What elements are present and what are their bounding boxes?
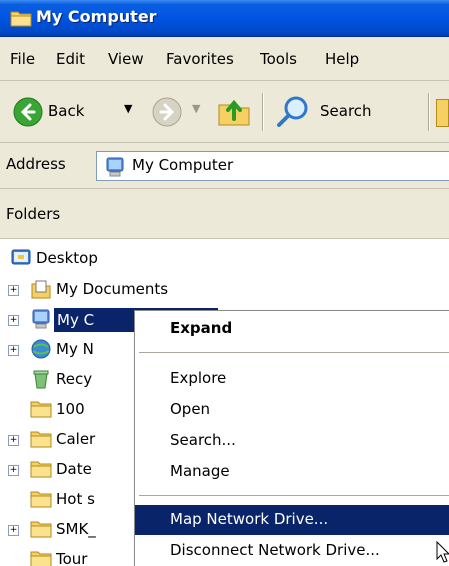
tree-item-desktop[interactable]: Desktop xyxy=(0,245,200,275)
tree-item-hot[interactable]: Hot s xyxy=(0,486,140,516)
expander-icon[interactable]: + xyxy=(8,525,19,536)
context-item-map-network-drive[interactable]: Map Network Drive... xyxy=(135,505,449,535)
address-label: Address xyxy=(6,155,66,173)
tree-item-recycle-bin[interactable]: Recy xyxy=(0,366,140,396)
context-item-search[interactable]: Search... xyxy=(135,426,449,456)
expander-icon[interactable]: + xyxy=(8,285,19,296)
back-arrow-icon xyxy=(13,97,43,127)
context-item-expand[interactable]: Expand xyxy=(135,314,449,344)
context-item-manage[interactable]: Manage xyxy=(135,457,449,487)
folder-icon xyxy=(10,9,32,27)
expander-icon[interactable]: + xyxy=(8,315,19,326)
expander-icon[interactable]: + xyxy=(8,345,19,356)
context-item-explore[interactable]: Explore xyxy=(135,364,449,394)
folder-icon xyxy=(30,519,52,543)
tree-item-date[interactable]: + Date xyxy=(0,456,140,486)
back-label: Back xyxy=(48,102,85,120)
recycle-bin-icon xyxy=(30,368,52,394)
menu-file[interactable]: File xyxy=(10,50,35,68)
my-computer-icon xyxy=(30,308,52,334)
menu-help[interactable]: Help xyxy=(325,50,359,68)
expander-icon[interactable]: + xyxy=(8,435,19,446)
tree-item-my-documents[interactable]: + My Documents xyxy=(0,276,220,306)
tree-item-100[interactable]: 100 xyxy=(0,396,140,426)
my-computer-icon xyxy=(104,156,126,182)
mouse-cursor-icon xyxy=(436,540,449,566)
desktop-icon xyxy=(10,247,32,273)
menu-separator xyxy=(139,352,449,353)
window-title: My Computer xyxy=(36,7,157,26)
menu-tools[interactable]: Tools xyxy=(260,50,297,68)
search-button[interactable]: Search xyxy=(272,89,422,135)
toolbar: Back ▼ ▼ Search xyxy=(0,81,449,143)
back-dropdown-icon[interactable]: ▼ xyxy=(124,102,132,115)
menu-bar: File Edit View Favorites Tools Help xyxy=(0,37,449,81)
tree-item-tour[interactable]: Tour xyxy=(0,546,140,566)
search-icon xyxy=(276,95,310,129)
my-documents-icon xyxy=(30,278,52,304)
folders-title: Folders xyxy=(6,205,61,223)
tree-item-smk[interactable]: + SMK_ xyxy=(0,516,140,546)
address-field[interactable]: My Computer xyxy=(96,151,449,181)
my-network-icon xyxy=(30,338,52,364)
toolbar-separator xyxy=(262,93,264,131)
tree-item-my-network[interactable]: + My N xyxy=(0,336,140,366)
forward-button[interactable]: ▼ xyxy=(148,89,208,135)
up-folder-icon[interactable] xyxy=(216,95,252,127)
address-value: My Computer xyxy=(132,156,234,174)
expander-icon[interactable]: + xyxy=(8,465,19,476)
toolbar-separator xyxy=(428,93,430,131)
folder-icon xyxy=(30,489,52,513)
forward-arrow-icon xyxy=(152,97,182,127)
folder-icon xyxy=(30,399,52,423)
search-label: Search xyxy=(320,102,372,120)
folders-toggle-icon[interactable] xyxy=(436,99,449,127)
tree-item-calendar[interactable]: + Caler xyxy=(0,426,140,456)
forward-dropdown-icon[interactable]: ▼ xyxy=(192,102,200,115)
menu-edit[interactable]: Edit xyxy=(56,50,85,68)
title-bar[interactable]: My Computer xyxy=(0,0,449,37)
menu-separator xyxy=(139,495,449,496)
context-menu: Expand Explore Open Search... Manage Map… xyxy=(134,310,449,566)
folder-icon xyxy=(30,549,52,566)
folder-icon xyxy=(30,459,52,483)
context-item-open[interactable]: Open xyxy=(135,395,449,425)
back-button[interactable]: Back ▼ xyxy=(6,89,144,135)
address-bar: Address My Computer xyxy=(0,143,449,189)
context-item-disconnect-network-drive[interactable]: Disconnect Network Drive... xyxy=(135,536,449,566)
menu-view[interactable]: View xyxy=(108,50,144,68)
menu-favorites[interactable]: Favorites xyxy=(166,50,234,68)
folders-header: Folders xyxy=(0,189,449,239)
folder-icon xyxy=(30,429,52,453)
